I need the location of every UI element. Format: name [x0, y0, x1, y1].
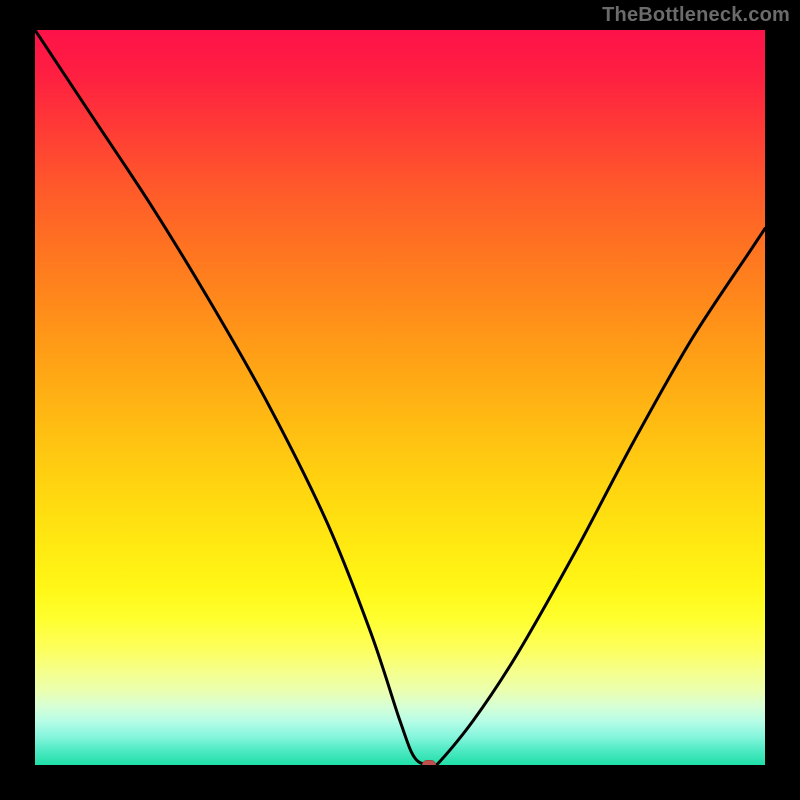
optimal-point-marker [422, 760, 436, 765]
watermark-text: TheBottleneck.com [602, 4, 790, 27]
chart-frame: TheBottleneck.com [0, 0, 800, 800]
bottleneck-curve [35, 30, 765, 765]
plot-area [35, 30, 765, 765]
